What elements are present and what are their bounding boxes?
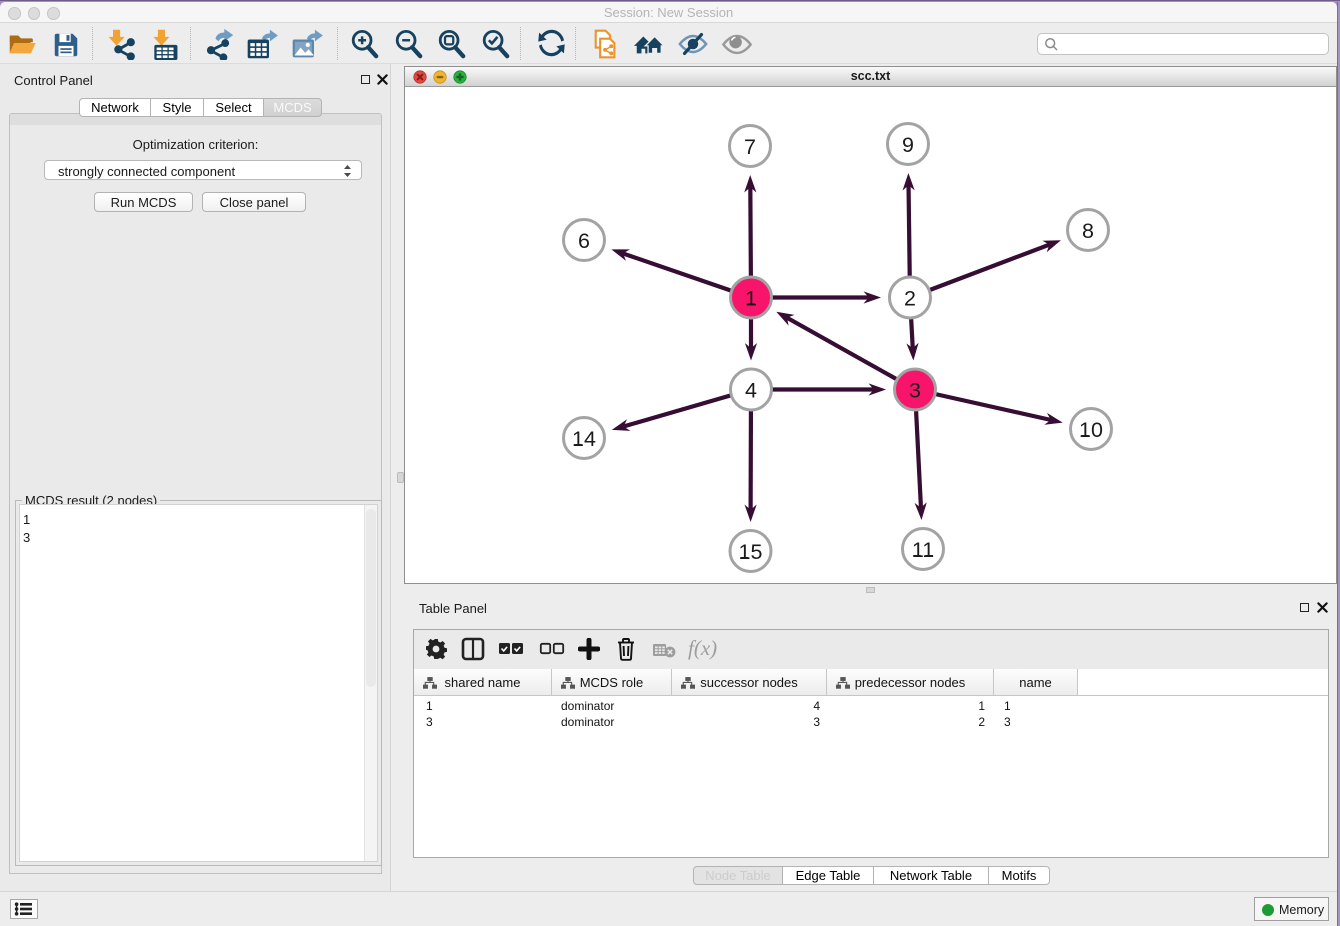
svg-text:11: 11 bbox=[912, 538, 934, 562]
svg-text:3: 3 bbox=[909, 378, 921, 402]
svg-text:7: 7 bbox=[744, 135, 756, 159]
svg-text:9: 9 bbox=[902, 133, 914, 157]
svg-text:6: 6 bbox=[578, 229, 590, 253]
svg-text:2: 2 bbox=[904, 286, 916, 310]
svg-text:10: 10 bbox=[1079, 418, 1103, 442]
svg-text:15: 15 bbox=[739, 540, 763, 564]
svg-text:8: 8 bbox=[1082, 219, 1094, 243]
svg-text:4: 4 bbox=[745, 378, 757, 402]
svg-text:1: 1 bbox=[745, 286, 757, 310]
svg-text:14: 14 bbox=[572, 427, 596, 451]
